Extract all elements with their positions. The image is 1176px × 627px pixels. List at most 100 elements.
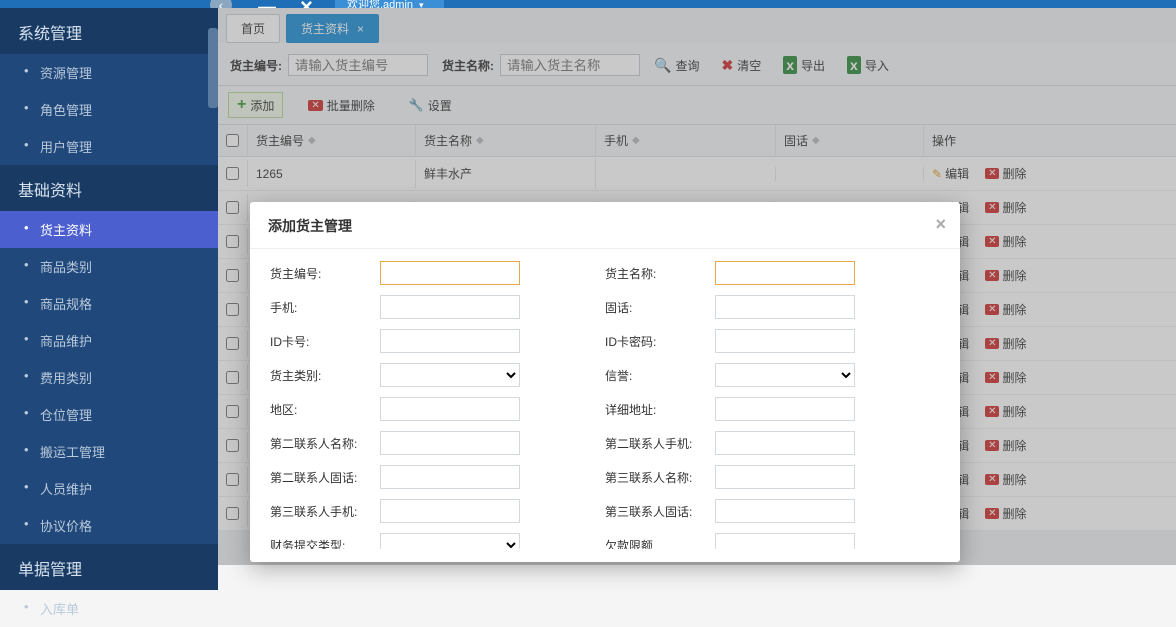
row-checkbox[interactable]	[226, 303, 239, 316]
modal-close-icon[interactable]: ×	[935, 214, 946, 235]
row-checkbox[interactable]	[226, 337, 239, 350]
row-checkbox[interactable]	[226, 473, 239, 486]
delete-icon: ✕	[985, 372, 999, 383]
code-input[interactable]	[288, 54, 428, 76]
form-label: 固话:	[605, 299, 715, 316]
add-button[interactable]: +添加	[228, 92, 283, 118]
field-fintype[interactable]	[380, 533, 520, 549]
delete-button[interactable]: ✕删除	[985, 233, 1026, 250]
field-debtlimit[interactable]	[715, 533, 855, 549]
field-tel[interactable]	[715, 295, 855, 319]
field-idpwd[interactable]	[715, 329, 855, 353]
sort-icon: ◆	[476, 135, 484, 146]
sidebar-item[interactable]: 入库单	[0, 590, 218, 627]
field-type[interactable]	[380, 363, 520, 387]
form-label: ID卡密码:	[605, 333, 715, 350]
delete-icon: ✕	[985, 474, 999, 485]
cell-name: 鲜丰水产	[416, 158, 596, 189]
row-checkbox[interactable]	[226, 507, 239, 520]
sidebar-item[interactable]: 费用类别	[0, 359, 218, 396]
sidebar-item[interactable]: 商品规格	[0, 285, 218, 322]
import-button[interactable]: x导入	[839, 53, 897, 77]
delete-icon: ✕	[985, 270, 999, 281]
delete-button[interactable]: ✕删除	[985, 437, 1026, 454]
sidebar-item[interactable]: 人员维护	[0, 470, 218, 507]
sidebar-group-title[interactable]: 单据管理	[0, 544, 218, 590]
form-label: ID卡号:	[270, 333, 380, 350]
field-addr[interactable]	[715, 397, 855, 421]
sidebar-item[interactable]: 协议价格	[0, 507, 218, 544]
add-owner-modal: 添加货主管理 × 货主编号:货主名称:手机:固话:ID卡号:ID卡密码:货主类别…	[250, 202, 960, 562]
field-c2name[interactable]	[380, 431, 520, 455]
field-code[interactable]	[380, 261, 520, 285]
clear-icon: ✖	[721, 57, 733, 74]
select-all-checkbox[interactable]	[226, 134, 239, 147]
form-label: 货主名称:	[605, 265, 715, 282]
sidebar-item[interactable]: 角色管理	[0, 91, 218, 128]
modal-title: 添加货主管理 ×	[250, 202, 960, 249]
sidebar-item[interactable]: 仓位管理	[0, 396, 218, 433]
row-checkbox[interactable]	[226, 269, 239, 282]
field-credit[interactable]	[715, 363, 855, 387]
field-c2tel[interactable]	[380, 465, 520, 489]
cell-phone	[596, 167, 776, 181]
row-checkbox[interactable]	[226, 167, 239, 180]
sidebar-item[interactable]: 商品类别	[0, 248, 218, 285]
col-name[interactable]: 货主名称◆	[416, 125, 596, 156]
clear-button[interactable]: ✖清空	[713, 54, 769, 77]
field-name[interactable]	[715, 261, 855, 285]
sidebar-item[interactable]: 用户管理	[0, 128, 218, 165]
delete-button[interactable]: ✕删除	[985, 471, 1026, 488]
row-checkbox[interactable]	[226, 371, 239, 384]
tab-bar: 首页 货主资料×	[218, 8, 1176, 43]
delete-icon: ✕	[985, 440, 999, 451]
sidebar-item[interactable]: 商品维护	[0, 322, 218, 359]
field-phone[interactable]	[380, 295, 520, 319]
form-label: 第三联系人名称:	[605, 469, 715, 486]
delete-button[interactable]: ✕删除	[985, 505, 1026, 522]
delete-button[interactable]: ✕删除	[985, 199, 1026, 216]
form-label: 第三联系人手机:	[270, 503, 380, 520]
batch-delete-button[interactable]: ✕批量删除	[299, 93, 383, 118]
name-input[interactable]	[500, 54, 640, 76]
sidebar-group-title[interactable]: 系统管理	[0, 8, 218, 54]
field-c2phone[interactable]	[715, 431, 855, 455]
delete-button[interactable]: ✕删除	[985, 369, 1026, 386]
wrench-icon: 🔧	[409, 98, 424, 112]
tab-home[interactable]: 首页	[226, 14, 280, 43]
sidebar-item[interactable]: 货主资料	[0, 211, 218, 248]
export-button[interactable]: x导出	[775, 53, 833, 77]
table-row: 1265鲜丰水产✎编辑✕删除	[218, 157, 1176, 191]
field-region[interactable]	[380, 397, 520, 421]
field-c3tel[interactable]	[715, 499, 855, 523]
excel-icon: x	[847, 56, 861, 74]
edit-button[interactable]: ✎编辑	[932, 165, 969, 182]
field-idcard[interactable]	[380, 329, 520, 353]
sidebar-group-title[interactable]: 基础资料	[0, 165, 218, 211]
field-c3name[interactable]	[715, 465, 855, 489]
row-checkbox[interactable]	[226, 201, 239, 214]
delete-button[interactable]: ✕删除	[985, 267, 1026, 284]
search-button[interactable]: 🔍查询	[646, 54, 707, 77]
delete-icon: ✕	[985, 168, 999, 179]
delete-button[interactable]: ✕删除	[985, 301, 1026, 318]
sidebar-item[interactable]: 搬运工管理	[0, 433, 218, 470]
delete-button[interactable]: ✕删除	[985, 335, 1026, 352]
row-checkbox[interactable]	[226, 405, 239, 418]
col-code[interactable]: 货主编号◆	[248, 125, 416, 156]
settings-button[interactable]: 🔧设置	[400, 93, 461, 118]
col-phone[interactable]: 手机◆	[596, 125, 776, 156]
field-c3phone[interactable]	[380, 499, 520, 523]
form-label: 财务提交类型:	[270, 537, 380, 550]
sidebar-item[interactable]: 资源管理	[0, 54, 218, 91]
sort-icon: ◆	[308, 135, 316, 146]
sort-icon: ◆	[632, 135, 640, 146]
form-label: 第二联系人固话:	[270, 469, 380, 486]
row-checkbox[interactable]	[226, 235, 239, 248]
row-checkbox[interactable]	[226, 439, 239, 452]
tab-close-icon[interactable]: ×	[357, 22, 364, 36]
tab-owner-data[interactable]: 货主资料×	[286, 14, 379, 43]
delete-button[interactable]: ✕删除	[985, 165, 1026, 182]
delete-button[interactable]: ✕删除	[985, 403, 1026, 420]
col-tel[interactable]: 固话◆	[776, 125, 924, 156]
